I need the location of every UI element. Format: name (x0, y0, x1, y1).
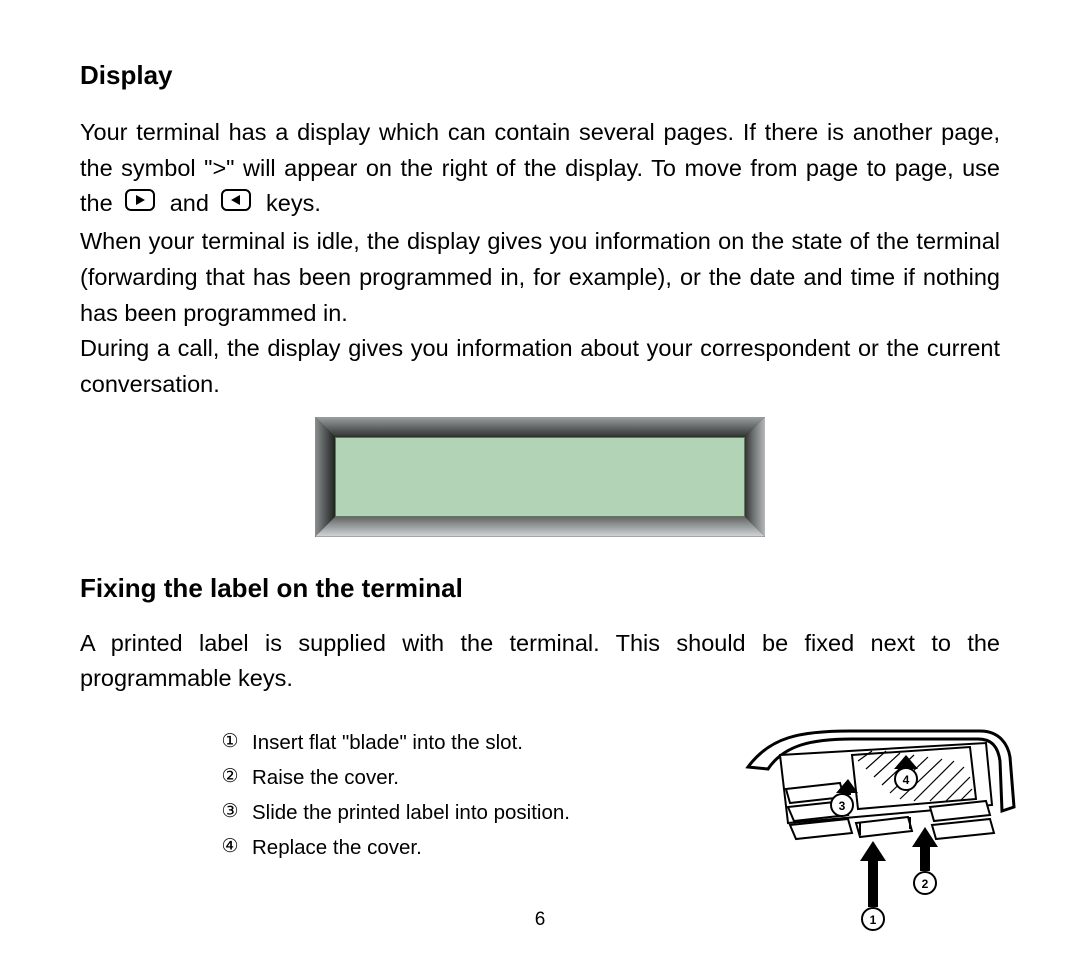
step-text: Insert flat "blade" into the slot. (252, 727, 523, 760)
step-text: Slide the printed label into position. (252, 797, 570, 830)
callout-2: 2 (922, 877, 929, 891)
step-number-1-icon: ① (220, 727, 240, 760)
heading-fixing-label: Fixing the label on the terminal (80, 573, 1000, 604)
list-item: ① Insert flat "blade" into the slot. (220, 727, 740, 760)
paragraph-display-2: When your terminal is idle, the display … (80, 224, 1000, 331)
step-number-4-icon: ④ (220, 832, 240, 865)
step-text: Replace the cover. (252, 832, 422, 865)
list-item: ② Raise the cover. (220, 762, 740, 795)
paragraph-display-1: Your terminal has a display which can co… (80, 115, 1000, 224)
right-arrow-key-icon (125, 186, 155, 222)
list-item: ④ Replace the cover. (220, 832, 740, 865)
para1-part-c: keys. (266, 191, 321, 217)
para1-part-a: Your terminal has a display which can co… (80, 119, 1000, 217)
paragraph-fixing-label: A printed label is supplied with the ter… (80, 626, 1000, 697)
steps-list: ① Insert flat "blade" into the slot. ② R… (80, 727, 740, 866)
terminal-display-illustration (315, 417, 765, 537)
callout-3: 3 (839, 799, 846, 813)
page-number: 6 (0, 909, 1080, 931)
step-number-2-icon: ② (220, 762, 240, 795)
heading-display: Display (80, 60, 1000, 91)
paragraph-display-3: During a call, the display gives you inf… (80, 331, 1000, 402)
callout-4: 4 (903, 773, 910, 787)
left-arrow-key-icon (221, 186, 251, 222)
document-page: Display Your terminal has a display whic… (0, 0, 1080, 961)
step-number-3-icon: ③ (220, 797, 240, 830)
para1-part-b: and (170, 191, 216, 217)
steps-row: ① Insert flat "blade" into the slot. ② R… (80, 727, 1000, 937)
step-text: Raise the cover. (252, 762, 399, 795)
list-item: ③ Slide the printed label into position. (220, 797, 740, 830)
lcd-screen-icon (335, 437, 745, 517)
terminal-label-illustration: 1 2 3 4 (740, 727, 1020, 937)
